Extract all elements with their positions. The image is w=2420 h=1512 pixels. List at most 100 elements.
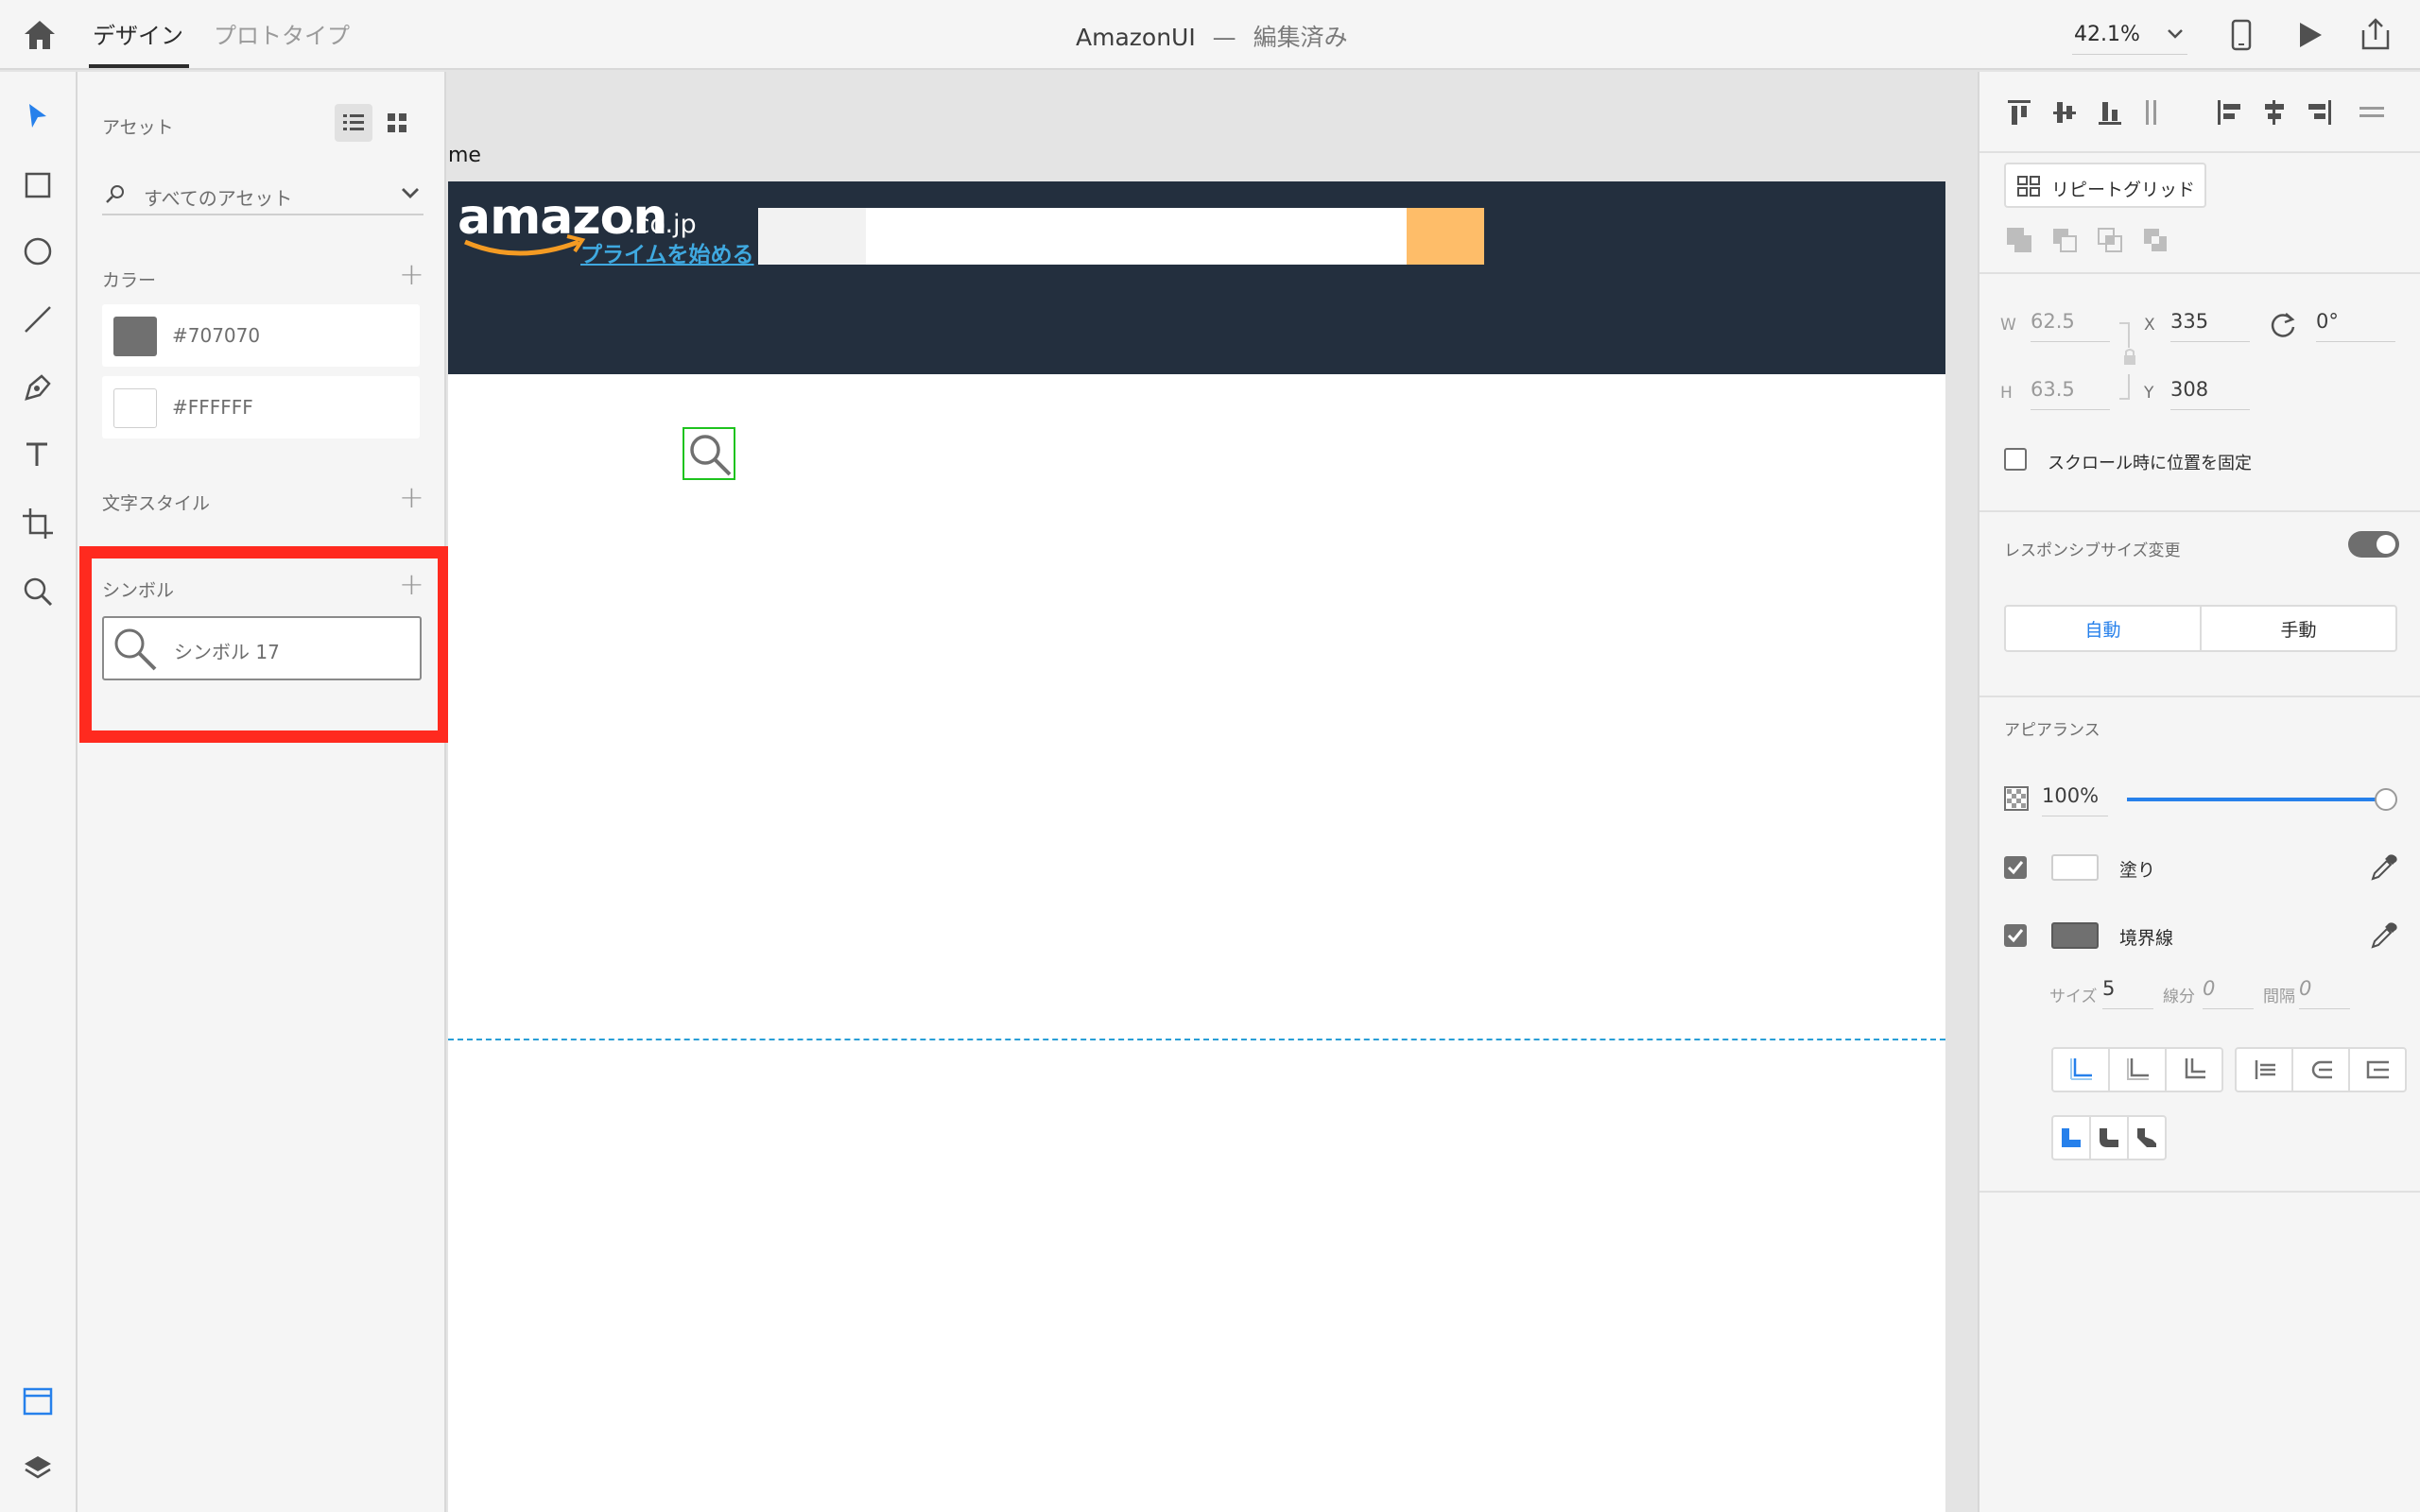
align-bottom-icon[interactable] — [2097, 98, 2123, 127]
distribute-horizontal-icon[interactable] — [2358, 98, 2386, 127]
toggle-knob — [2377, 535, 2395, 554]
divider — [1979, 151, 2420, 153]
intersect-boolean-icon[interactable] — [2097, 227, 2125, 255]
align-right-icon[interactable] — [2307, 98, 2333, 127]
color-chip — [113, 388, 157, 428]
rotation-field[interactable]: 0° — [2316, 306, 2395, 342]
stroke-inside-button[interactable] — [2053, 1049, 2110, 1091]
subtract-boolean-icon[interactable] — [2051, 227, 2080, 255]
cap-butt-button[interactable] — [2237, 1049, 2293, 1091]
dash-value: 0 — [2203, 977, 2216, 1000]
selected-symbol[interactable] — [683, 427, 735, 480]
ellipse-tool-icon[interactable] — [23, 236, 53, 266]
fill-color-swatch[interactable] — [2051, 854, 2099, 881]
zoom-select[interactable]: 42.1% — [2072, 17, 2187, 55]
opacity-slider-knob[interactable] — [2375, 788, 2397, 811]
align-middle-icon[interactable] — [2051, 98, 2078, 127]
align-center-icon[interactable] — [2261, 98, 2288, 127]
add-text-style-icon[interactable]: + — [399, 482, 424, 512]
exclude-boolean-icon[interactable] — [2142, 227, 2170, 255]
cap-round-button[interactable] — [2293, 1049, 2350, 1091]
opacity-slider-track[interactable] — [2127, 788, 2397, 811]
stroke-center-button[interactable] — [2110, 1049, 2167, 1091]
artboard-label[interactable]: me — [448, 144, 481, 167]
auto-resize-button[interactable]: 自動 — [2006, 607, 2202, 650]
distribute-vertical-icon[interactable] — [2142, 98, 2161, 127]
color-chip — [113, 317, 157, 356]
search-box[interactable] — [866, 208, 1407, 265]
join-miter-icon — [2062, 1128, 2081, 1147]
grid-view-button[interactable] — [378, 104, 416, 142]
stroke-outside-button[interactable] — [2167, 1049, 2221, 1091]
symbol-name: シンボル 17 — [174, 641, 280, 663]
search-category[interactable] — [758, 208, 866, 265]
add-boolean-icon[interactable] — [2006, 227, 2034, 255]
zoom-tool-icon[interactable] — [23, 576, 53, 607]
eyedropper-icon[interactable] — [2369, 852, 2399, 883]
responsive-label: レスポンシブサイズ変更 — [2004, 541, 2181, 560]
cap-square-button[interactable] — [2350, 1049, 2405, 1091]
document-title: AmazonUI — [1076, 24, 1196, 51]
divider — [1979, 272, 2420, 274]
play-preview-icon[interactable] — [2297, 21, 2324, 49]
prime-link[interactable]: プライムを始める — [580, 236, 754, 268]
home-icon[interactable] — [23, 19, 57, 51]
color-swatch-item[interactable]: #707070 — [102, 304, 420, 367]
add-color-icon[interactable]: + — [399, 259, 424, 289]
artboard[interactable]: amazon .co.jp プライムを始める — [448, 181, 1945, 1512]
boolean-ops — [2006, 227, 2195, 255]
x-label: X — [2144, 316, 2155, 335]
select-tool-icon[interactable] — [26, 102, 49, 130]
tab-design[interactable]: デザイン — [93, 17, 183, 50]
symbol-item[interactable]: シンボル 17 — [102, 616, 422, 680]
join-round-button[interactable] — [2091, 1117, 2129, 1159]
eyedropper-icon[interactable] — [2369, 920, 2399, 951]
responsive-toggle[interactable] — [2348, 531, 2399, 558]
share-icon[interactable] — [2360, 17, 2392, 51]
border-color-swatch[interactable] — [2051, 922, 2099, 949]
border-checkbox[interactable] — [2004, 924, 2027, 947]
pen-tool-icon[interactable] — [23, 370, 53, 403]
gap-field[interactable]: 0 — [2299, 973, 2350, 1009]
search-button[interactable] — [1407, 208, 1484, 265]
y-field[interactable]: 308 — [2170, 374, 2250, 410]
repeat-grid-button[interactable]: リピートグリッド — [2004, 163, 2206, 208]
document-title-group: AmazonUI — 編集済み — [1076, 19, 1348, 53]
join-bevel-button[interactable] — [2129, 1117, 2165, 1159]
fix-scroll-checkbox[interactable] — [2004, 448, 2027, 471]
join-miter-button[interactable] — [2053, 1117, 2091, 1159]
asset-filter-select[interactable]: すべてのアセット — [102, 172, 424, 215]
align-left-icon[interactable] — [2216, 98, 2242, 127]
divider — [1979, 696, 2420, 697]
color-hex: #FFFFFF — [172, 396, 253, 419]
line-tool-icon[interactable] — [23, 304, 53, 335]
dash-field[interactable]: 0 — [2203, 973, 2254, 1009]
rectangle-tool-icon[interactable] — [25, 172, 51, 198]
viewport-height-guide[interactable] — [448, 1039, 1945, 1040]
device-preview-icon[interactable] — [2231, 19, 2252, 51]
opacity-field[interactable]: 100% — [2042, 781, 2108, 816]
border-size-field[interactable]: 5 — [2102, 973, 2153, 1009]
border-size-value: 5 — [2102, 977, 2116, 1000]
rotation-value: 0° — [2316, 310, 2339, 333]
color-swatch-item[interactable]: #FFFFFF — [102, 376, 420, 438]
add-symbol-icon[interactable]: + — [399, 569, 424, 599]
fill-checkbox[interactable] — [2004, 856, 2027, 879]
list-view-button[interactable] — [335, 104, 372, 142]
size-label: サイズ — [2049, 988, 2098, 1006]
manual-resize-button[interactable]: 手動 — [2202, 607, 2395, 650]
join-bevel-icon — [2137, 1128, 2156, 1147]
assets-panel-icon[interactable] — [23, 1387, 53, 1416]
zoom-value: 42.1% — [2074, 23, 2140, 46]
text-tool-icon[interactable] — [23, 440, 51, 469]
height-field[interactable]: 63.5 — [2031, 374, 2110, 410]
tab-prototype[interactable]: プロトタイプ — [214, 17, 350, 50]
x-field[interactable]: 335 — [2170, 306, 2250, 342]
fix-scroll-label: スクロール時に位置を固定 — [2048, 454, 2252, 473]
align-top-icon[interactable] — [2006, 98, 2032, 127]
layers-panel-icon[interactable] — [23, 1453, 53, 1484]
width-field[interactable]: 62.5 — [2031, 306, 2110, 342]
lock-aspect-icon[interactable] — [2118, 319, 2138, 403]
artboard-tool-icon[interactable] — [21, 507, 55, 541]
stroke-position-group — [2051, 1047, 2223, 1092]
